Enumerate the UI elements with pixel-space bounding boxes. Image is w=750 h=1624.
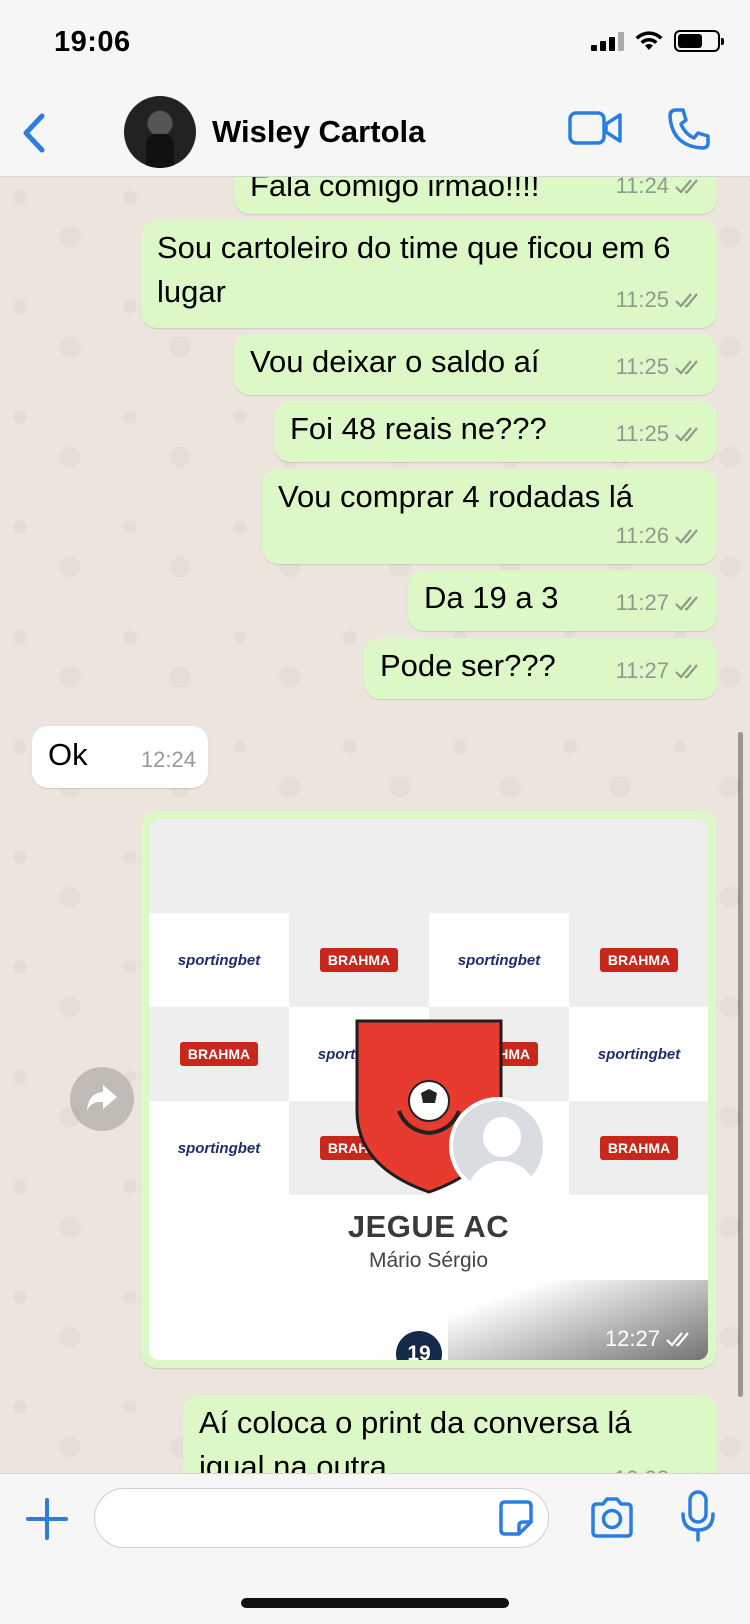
- sponsor-logo: BRAHMA: [149, 1007, 289, 1101]
- message-bubble-outgoing[interactable]: Da 19 a 3 11:27: [408, 570, 717, 631]
- message-text: Sou cartoleiro do time que ficou em 6 lu…: [157, 230, 671, 309]
- message-time: 11:25: [615, 287, 669, 312]
- message-meta: 11:25: [616, 278, 705, 322]
- message-time: 12:27: [604, 1326, 660, 1351]
- shared-image[interactable]: sportingbet BRAHMA sportingbet BRAHMA BR…: [149, 819, 708, 1360]
- sponsor-logo: BRAHMA: [289, 913, 429, 1007]
- manager-avatar-icon: [449, 1097, 547, 1195]
- message-bubble-outgoing[interactable]: Pode ser??? 11:27: [364, 638, 717, 699]
- cellular-signal-icon: [591, 31, 624, 51]
- camera-icon[interactable]: [589, 1496, 635, 1540]
- sponsor-logo: [289, 819, 429, 913]
- read-ticks-icon: [675, 360, 698, 375]
- message-bubble-outgoing[interactable]: Vou deixar o saldo aí 11:25: [234, 334, 717, 395]
- message-time: 11:25: [615, 354, 669, 379]
- message-meta: 11:27: [616, 581, 705, 625]
- phone-call-icon[interactable]: [666, 106, 712, 152]
- chat-area[interactable]: Fala comigo irmao!!!! 11:24 Sou cartolei…: [0, 177, 750, 1473]
- message-input[interactable]: [94, 1488, 549, 1548]
- owner-name: Mário Sérgio: [368, 1249, 489, 1272]
- sponsor-logo: sportingbet: [149, 913, 289, 1007]
- contact-avatar[interactable]: [124, 96, 196, 168]
- message-meta: 12:28: [614, 1457, 705, 1473]
- scrollbar[interactable]: [738, 732, 743, 1397]
- forward-button[interactable]: [70, 1067, 134, 1131]
- message-bubble-outgoing[interactable]: Foi 48 reais ne??? 11:25: [274, 401, 717, 462]
- sponsor-logo: BRAHMA: [569, 913, 708, 1007]
- message-meta: 12:24: [141, 738, 196, 782]
- message-meta: 12:27: [605, 1326, 696, 1352]
- read-ticks-icon: [675, 427, 698, 442]
- sponsor-logo: [429, 819, 569, 913]
- sponsor-logo: sportingbet: [569, 1007, 708, 1101]
- message-text: Pode ser???: [380, 648, 556, 683]
- wifi-icon: [635, 31, 663, 50]
- forward-arrow-icon: [87, 1085, 117, 1111]
- message-text: Foi 48 reais ne???: [290, 411, 547, 446]
- message-bubble-outgoing[interactable]: Sou cartoleiro do time que ficou em 6 lu…: [141, 220, 717, 328]
- status-time: 19:06: [54, 26, 131, 58]
- message-bubble-incoming[interactable]: Ok 12:24: [32, 726, 208, 788]
- sponsor-logo: [569, 819, 708, 913]
- message-time: 11:27: [615, 590, 669, 615]
- microphone-icon[interactable]: [680, 1490, 716, 1542]
- message-text: Fala comigo irmao!!!!: [250, 177, 540, 203]
- message-time: 12:24: [140, 747, 196, 772]
- sponsor-logo: BRAHMA: [569, 1101, 708, 1195]
- message-time: 11:27: [615, 658, 669, 683]
- sponsor-logo: sportingbet: [149, 1101, 289, 1195]
- sponsor-logo: [149, 819, 289, 913]
- sponsor-logo: sportingbet: [429, 913, 569, 1007]
- message-time: 11:25: [615, 421, 669, 446]
- read-ticks-icon: [666, 1332, 689, 1347]
- read-ticks-icon: [675, 596, 698, 611]
- sticker-icon[interactable]: [497, 1498, 535, 1538]
- message-text: Vou comprar 4 rodadas lá: [278, 479, 633, 514]
- contact-name[interactable]: Wisley Cartola: [212, 114, 425, 150]
- message-text: Aí coloca o print da conversa lá igual n…: [199, 1405, 632, 1473]
- message-meta: 11:25: [616, 345, 705, 389]
- navigation-header: 19:06 Wisley Cartola: [0, 0, 750, 177]
- message-meta: 11:24: [616, 177, 705, 208]
- video-call-icon[interactable]: [567, 108, 623, 148]
- read-ticks-icon: [675, 293, 698, 308]
- message-time: 11:24: [615, 177, 669, 198]
- plus-icon[interactable]: [24, 1496, 70, 1542]
- message-time: 12:28: [614, 1457, 669, 1473]
- message-bubble-outgoing[interactable]: Aí coloca o print da conversa lá igual n…: [183, 1395, 717, 1473]
- team-name: JEGUE AC: [347, 1209, 510, 1244]
- read-ticks-icon: [675, 529, 698, 544]
- message-text: Ok: [48, 737, 88, 772]
- message-text: Da 19 a 3: [424, 580, 559, 615]
- message-time: 11:26: [615, 523, 669, 548]
- message-text: Vou deixar o saldo aí: [250, 344, 540, 379]
- home-indicator[interactable]: [241, 1598, 509, 1608]
- read-ticks-icon: [675, 179, 698, 194]
- back-chevron-icon[interactable]: [14, 108, 54, 158]
- battery-icon: [674, 30, 724, 52]
- image-message-bubble[interactable]: sportingbet BRAHMA sportingbet BRAHMA BR…: [141, 811, 716, 1368]
- read-ticks-icon: [675, 664, 698, 679]
- message-bubble-outgoing[interactable]: Fala comigo irmao!!!! 11:24: [234, 177, 717, 214]
- status-icons: [591, 30, 724, 52]
- composer-bar: [0, 1473, 750, 1624]
- message-bubble-outgoing[interactable]: Vou comprar 4 rodadas lá 11:26: [262, 469, 717, 564]
- message-meta: 11:27: [616, 649, 705, 693]
- round-badge: 19: [396, 1331, 442, 1360]
- message-meta: 11:26: [616, 514, 705, 558]
- message-meta: 11:25: [616, 412, 705, 456]
